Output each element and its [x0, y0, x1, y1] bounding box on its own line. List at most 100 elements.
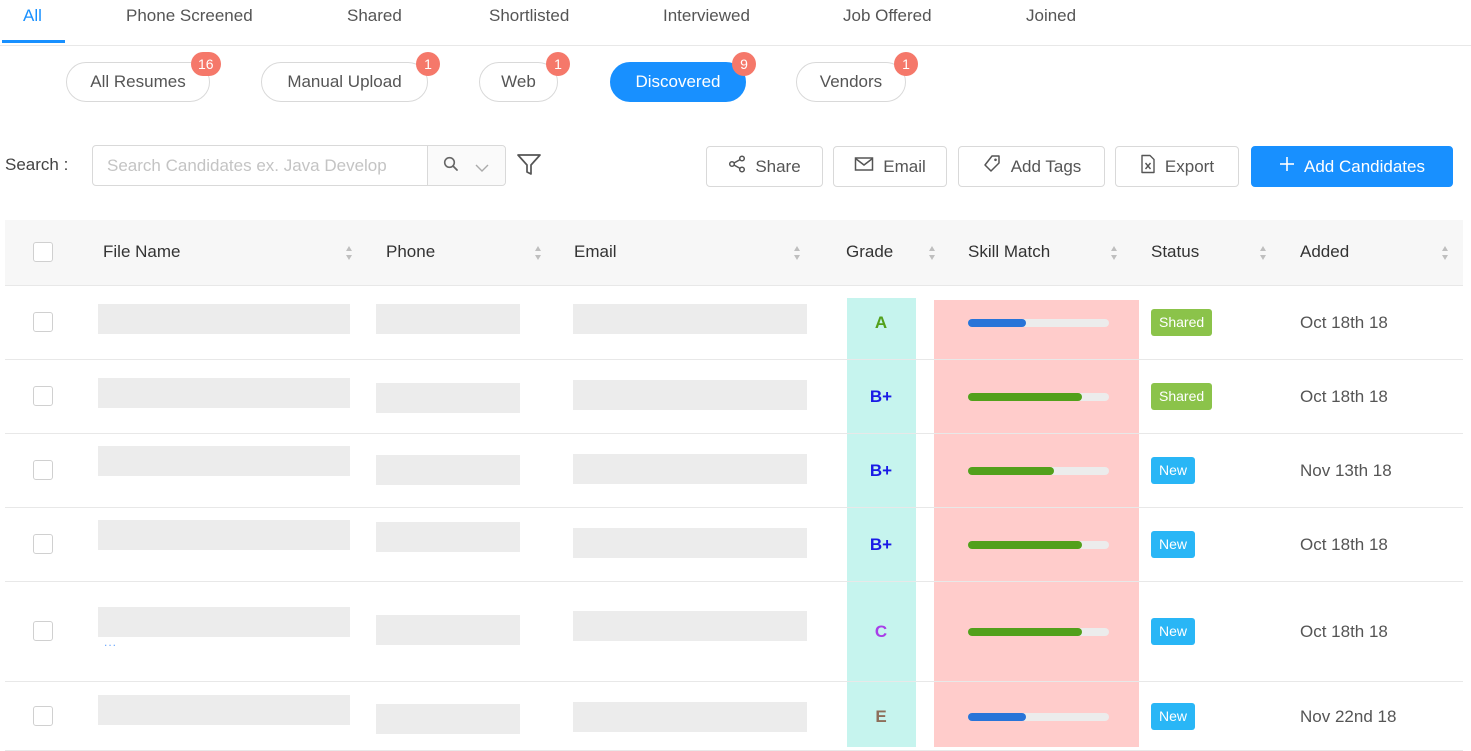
chevron-down-icon[interactable] [475, 160, 489, 178]
tab-all[interactable]: All [23, 6, 42, 28]
tab-joined[interactable]: Joined [1026, 6, 1076, 28]
count-badge: 1 [416, 52, 440, 76]
source-pill-label: Web [501, 72, 536, 91]
file-name-placeholder[interactable] [98, 378, 350, 408]
count-badge: 1 [546, 52, 570, 76]
status-badge: Shared [1151, 309, 1213, 336]
tab-job-offered[interactable]: Job Offered [843, 6, 932, 28]
active-tab-indicator [2, 40, 65, 43]
file-name-placeholder[interactable] [98, 520, 350, 550]
skill-match-bar [968, 628, 1109, 636]
status-badge: New [1151, 618, 1196, 645]
more-ellipsis[interactable]: ... [104, 635, 117, 649]
file-name-placeholder[interactable] [98, 695, 350, 725]
added-date: Oct 18th 18 [1300, 387, 1388, 406]
source-pill-web[interactable]: Web 1 [479, 52, 570, 102]
source-pill-all-resumes[interactable]: All Resumes 16 [66, 52, 221, 102]
source-pill-label: Manual Upload [287, 72, 402, 91]
count-badge: 1 [894, 52, 918, 76]
email-placeholder [573, 304, 807, 334]
skill-match-bar [968, 319, 1109, 327]
count-badge: 9 [732, 52, 756, 76]
phone-placeholder [376, 522, 520, 552]
count-badge: 16 [191, 52, 221, 76]
sort-icon[interactable] [1259, 244, 1267, 262]
phone-placeholder [376, 704, 520, 734]
tag-icon [982, 154, 1002, 179]
row-checkbox[interactable] [33, 621, 53, 641]
added-date: Nov 13th 18 [1300, 461, 1392, 480]
source-pill-discovered[interactable]: Discovered 9 [610, 52, 756, 102]
add-tags-button[interactable]: Add Tags [958, 146, 1105, 187]
file-name-placeholder[interactable] [98, 446, 350, 476]
search-input[interactable] [93, 146, 427, 185]
email-placeholder [573, 528, 807, 558]
email-placeholder [573, 380, 807, 410]
tab-shortlisted[interactable]: Shortlisted [489, 6, 569, 28]
add-candidates-button-label: Add Candidates [1304, 156, 1425, 176]
row-checkbox[interactable] [33, 534, 53, 554]
sort-icon[interactable] [1441, 244, 1449, 262]
skill-match-bar [968, 541, 1109, 549]
grade-value: C [874, 622, 888, 641]
phone-placeholder [376, 615, 520, 645]
tab-interviewed[interactable]: Interviewed [663, 6, 750, 28]
filter-icon[interactable] [516, 153, 542, 182]
source-pill-manual-upload[interactable]: Manual Upload 1 [261, 52, 440, 102]
grade-value: B+ [869, 461, 893, 480]
email-button-label: Email [883, 156, 926, 176]
sort-icon[interactable] [534, 244, 542, 262]
source-pill-vendors[interactable]: Vendors 1 [796, 52, 918, 102]
file-name-placeholder[interactable] [98, 304, 350, 334]
column-header-added[interactable]: Added [1300, 242, 1349, 262]
tab-phone-screened[interactable]: Phone Screened [126, 6, 253, 28]
column-header-phone[interactable]: Phone [386, 242, 435, 262]
search-label: Search : [5, 155, 69, 174]
share-icon [728, 155, 746, 178]
add-tags-button-label: Add Tags [1010, 156, 1082, 176]
column-header-grade[interactable]: Grade [846, 242, 893, 262]
column-header-status[interactable]: Status [1151, 242, 1199, 262]
added-date: Nov 22nd 18 [1300, 706, 1397, 726]
plus-icon [1279, 156, 1295, 177]
sort-icon[interactable] [928, 244, 936, 262]
search-icon[interactable] [443, 156, 459, 177]
export-button[interactable]: Export [1115, 146, 1239, 187]
mail-icon [854, 156, 874, 177]
skill-match-fill [968, 393, 1082, 401]
row-checkbox[interactable] [33, 460, 53, 480]
file-excel-icon [1140, 154, 1156, 179]
column-header-skill-match[interactable]: Skill Match [968, 242, 1050, 262]
skill-match-fill [968, 467, 1054, 475]
select-all-checkbox[interactable] [33, 242, 53, 262]
column-header-file-name[interactable]: File Name [103, 242, 180, 262]
skill-match-bar [968, 467, 1109, 475]
email-placeholder [573, 454, 807, 484]
source-pill-label: Discovered [635, 72, 721, 91]
sort-icon[interactable] [1110, 244, 1118, 262]
email-placeholder [573, 702, 807, 732]
phone-placeholder [376, 304, 520, 334]
sort-icon[interactable] [345, 244, 353, 262]
status-badge: New [1151, 457, 1196, 484]
skill-match-bar [968, 393, 1109, 401]
sort-icon[interactable] [793, 244, 801, 262]
row-checkbox[interactable] [33, 312, 53, 332]
search-options[interactable] [427, 146, 505, 185]
status-badge: New [1151, 702, 1196, 730]
tab-shared[interactable]: Shared [347, 6, 402, 28]
source-pill-label: All Resumes [90, 72, 186, 91]
column-header-email[interactable]: Email [574, 242, 617, 262]
row-checkbox[interactable] [33, 705, 53, 726]
skill-match-fill [968, 541, 1082, 549]
email-button[interactable]: Email [833, 146, 947, 187]
file-name-placeholder[interactable] [98, 607, 350, 637]
status-badge: New [1151, 531, 1196, 558]
share-button[interactable]: Share [706, 146, 823, 187]
skill-match-fill [968, 628, 1082, 636]
added-date: Oct 18th 18 [1300, 535, 1388, 554]
added-date: Oct 18th 18 [1300, 313, 1388, 332]
row-checkbox[interactable] [33, 386, 53, 406]
add-candidates-button[interactable]: Add Candidates [1251, 146, 1453, 187]
grade-value: A [874, 313, 888, 332]
